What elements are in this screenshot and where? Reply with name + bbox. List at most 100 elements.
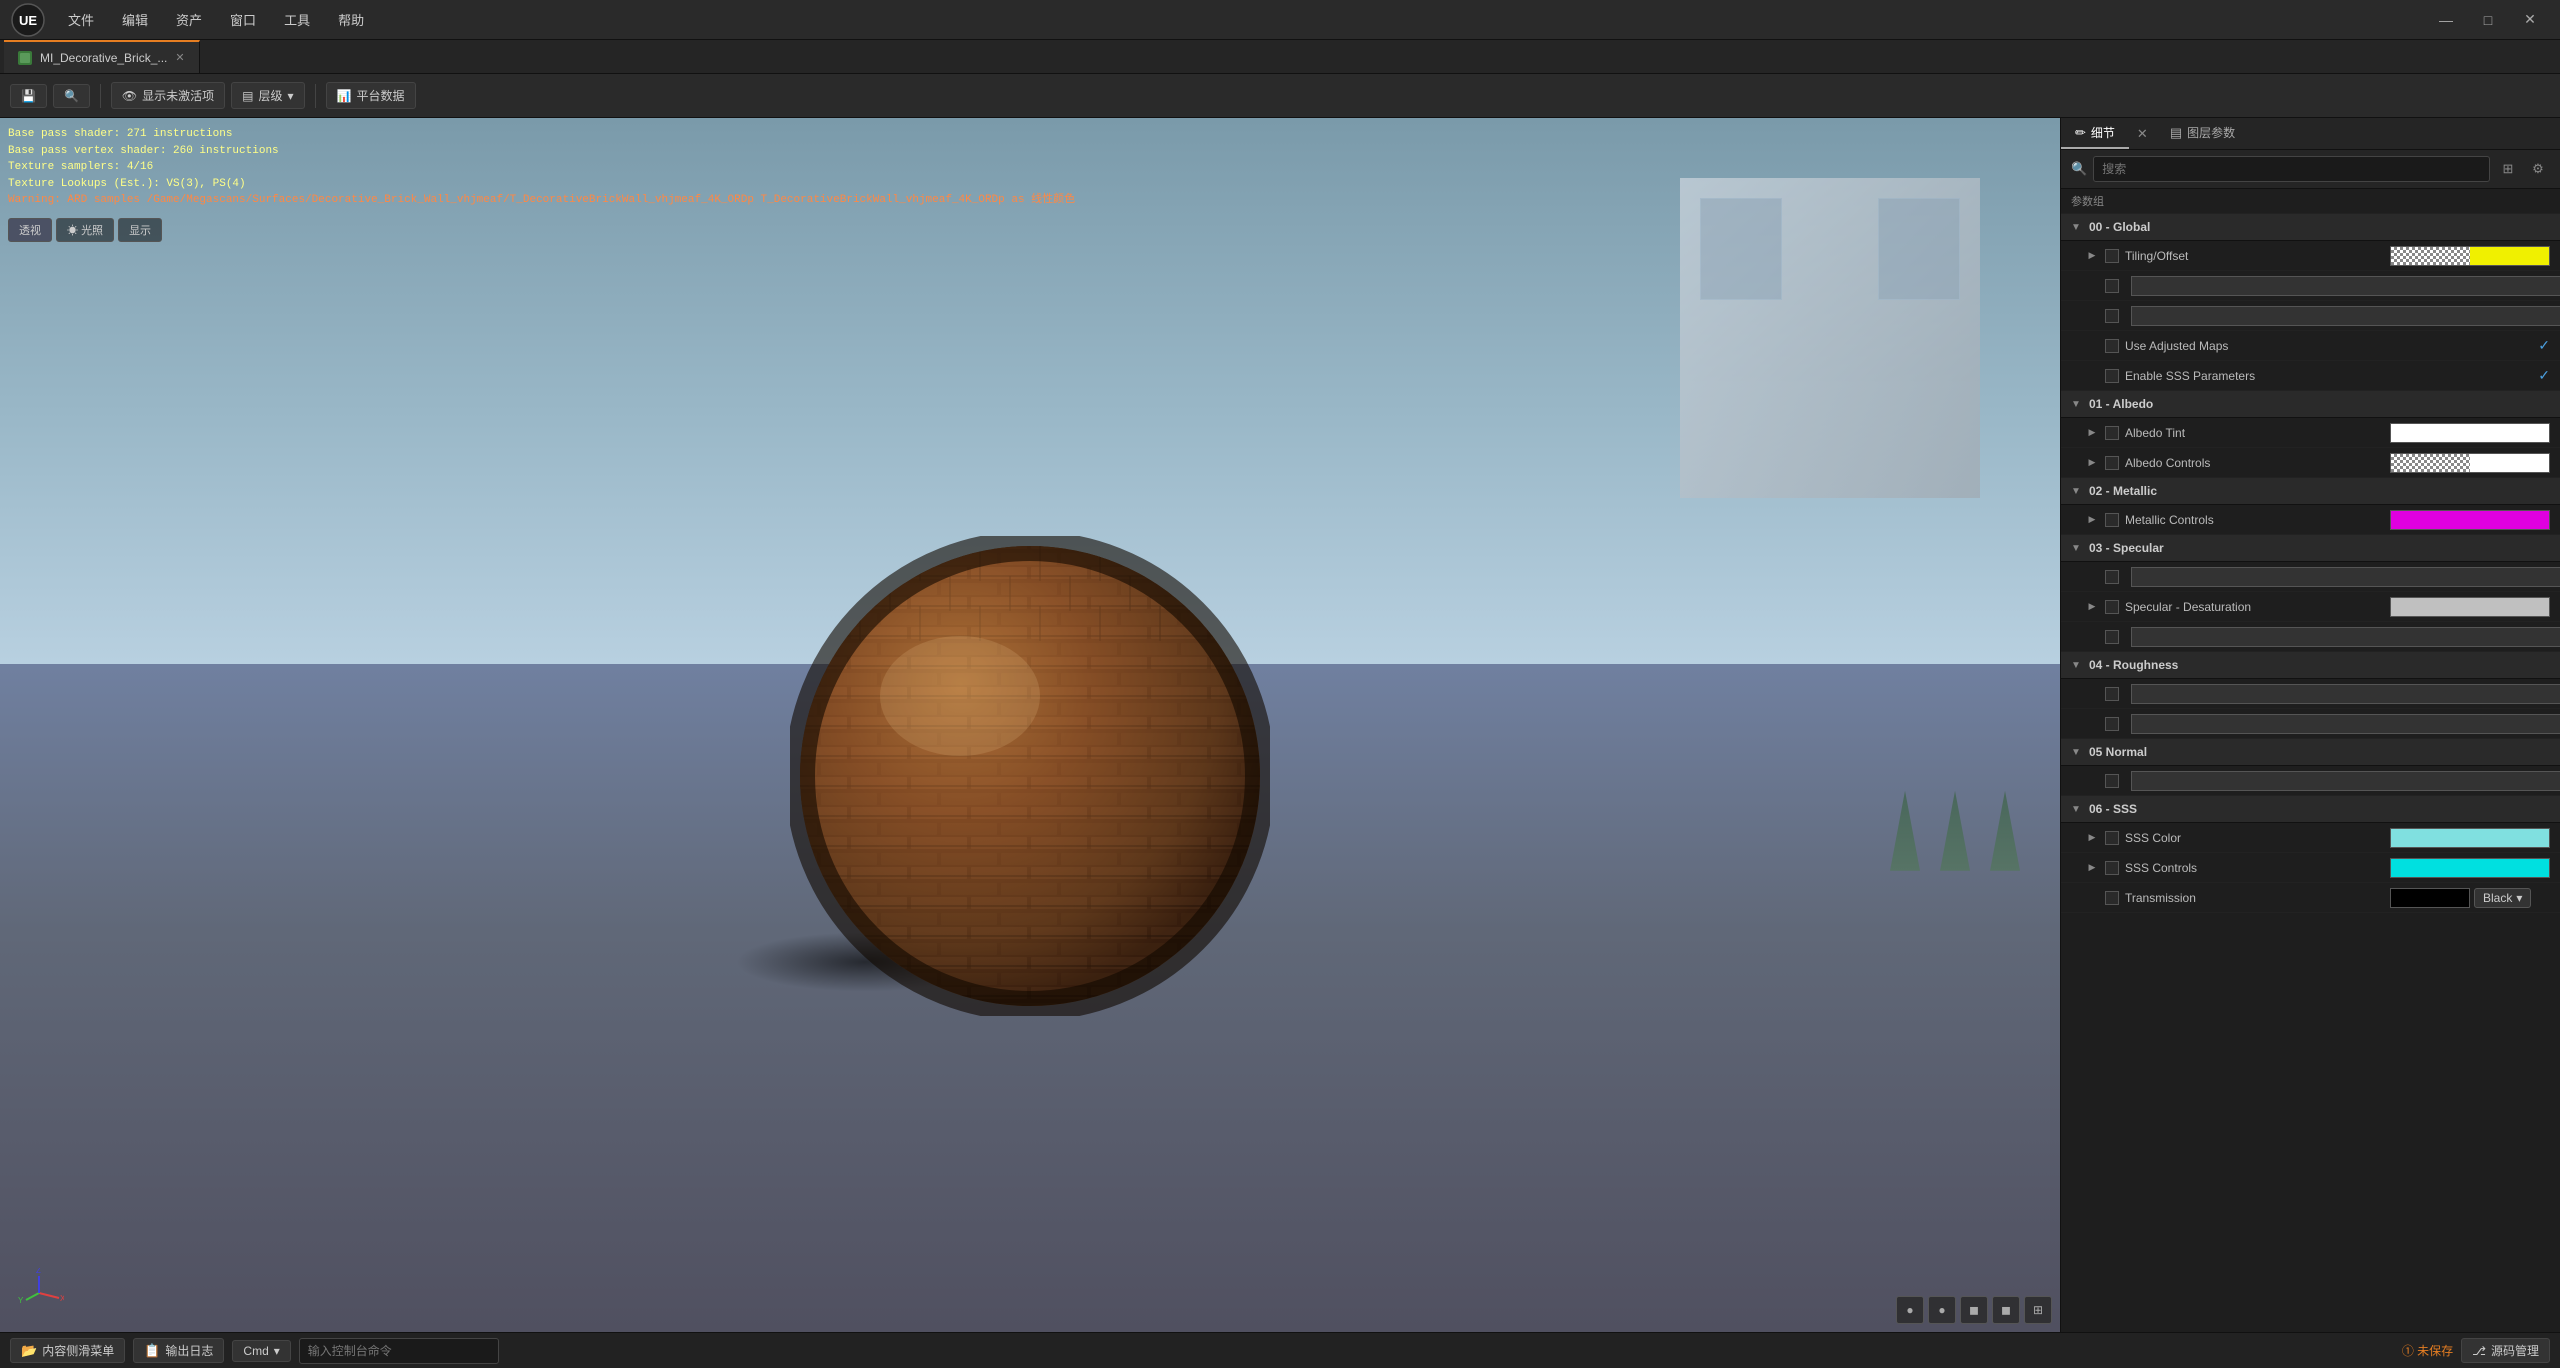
grid-button[interactable]: ◼	[1960, 1296, 1988, 1324]
group-roughness-header[interactable]: ▼ 04 - Roughness	[2061, 652, 2560, 679]
maximize-button[interactable]: □	[2468, 5, 2508, 35]
tiling-value[interactable]	[2390, 246, 2550, 266]
perspective-button[interactable]: 透视	[8, 218, 52, 242]
overlay-line-4: Texture Lookups (Est.): VS(3), PS(4)	[8, 176, 1075, 193]
tab-close-icon[interactable]: ✕	[175, 51, 184, 64]
tiling-checkbox[interactable]	[2105, 249, 2119, 263]
panel-tab-details[interactable]: ✏ 细节	[2061, 118, 2129, 149]
specular-desat-value[interactable]	[2390, 597, 2550, 617]
menu-asset[interactable]: 资产	[164, 6, 214, 33]
albedo-controls-checkbox[interactable]	[2105, 456, 2119, 470]
metallic-controls-value[interactable]	[2390, 510, 2550, 530]
fullscreen-button[interactable]: ⊞	[2024, 1296, 2052, 1324]
console-input[interactable]	[299, 1338, 499, 1364]
albedo-tint-label: Albedo Tint	[2125, 426, 2384, 440]
title-bar: UE 文件 编辑 资产 窗口 工具 帮助 — □ ✕	[0, 0, 2560, 40]
view-options-button[interactable]: ◼	[1992, 1296, 2020, 1324]
tiling-expand-icon[interactable]: ▶	[2085, 249, 2099, 263]
sss-color-expand-icon[interactable]: ▶	[2085, 831, 2099, 845]
lighting-button[interactable]: ☀ 光照	[56, 218, 114, 242]
content-browser-button[interactable]: 📂 内容侧滑菜单	[10, 1338, 125, 1363]
param-specular-desaturation: ▶ Specular - Desaturation	[2061, 592, 2560, 622]
material-tab[interactable]: MI_Decorative_Brick_... ✕	[4, 40, 200, 73]
rotation-value[interactable]: 0.0	[2131, 276, 2560, 296]
transmission-color-swatch[interactable]	[2390, 888, 2470, 908]
menu-help[interactable]: 帮助	[326, 6, 376, 33]
group-specular-header[interactable]: ▼ 03 - Specular	[2061, 535, 2560, 562]
search-input[interactable]	[2093, 156, 2490, 182]
albedo-controls-expand-icon[interactable]: ▶	[2085, 456, 2099, 470]
sss-color-value[interactable]	[2390, 828, 2550, 848]
base-specular-value[interactable]: 0.5	[2131, 567, 2560, 587]
min-roughness-checkbox[interactable]	[2105, 717, 2119, 731]
menu-window[interactable]: 窗口	[218, 6, 268, 33]
specular-desat-checkbox[interactable]	[2105, 600, 2119, 614]
menu-file[interactable]: 文件	[56, 6, 106, 33]
menu-tools[interactable]: 工具	[272, 6, 322, 33]
panel-tab-close[interactable]: ✕	[2129, 126, 2156, 142]
menu-edit[interactable]: 编辑	[110, 6, 160, 33]
group-metallic-header[interactable]: ▼ 02 - Metallic	[2061, 478, 2560, 505]
transmission-value[interactable]: Black ▾	[2390, 888, 2550, 908]
sphere-mode-button[interactable]: ●	[1896, 1296, 1924, 1324]
rotation-checkbox[interactable]	[2105, 279, 2119, 293]
sss-color-swatch[interactable]	[2390, 828, 2550, 848]
metallic-controls-checkbox[interactable]	[2105, 513, 2119, 527]
specular-desat-label: Specular - Desaturation	[2125, 600, 2384, 614]
group-albedo-header[interactable]: ▼ 01 - Albedo	[2061, 391, 2560, 418]
sss-color-checkbox[interactable]	[2105, 831, 2119, 845]
albedo-tint-swatch[interactable]	[2390, 423, 2550, 443]
find-button[interactable]: 🔍	[53, 84, 90, 108]
sss-controls-value[interactable]	[2390, 858, 2550, 878]
group-normal-header[interactable]: ▼ 05 Normal	[2061, 739, 2560, 766]
specular-albedo-checkbox[interactable]	[2105, 630, 2119, 644]
ao-value[interactable]: 1.0	[2131, 306, 2560, 326]
specular-desat-expand-icon[interactable]: ▶	[2085, 600, 2099, 614]
source-control-button[interactable]: ⎇ 源码管理	[2461, 1338, 2550, 1363]
platform-data-button[interactable]: 📊 平台数据	[326, 82, 416, 109]
panel-grid-icon-button[interactable]: ⊞	[2496, 157, 2520, 181]
albedo-tint-checkbox[interactable]	[2105, 426, 2119, 440]
show-inactive-button[interactable]: 👁 显示未激活项	[111, 82, 225, 109]
sss-controls-expand-icon[interactable]: ▶	[2085, 861, 2099, 875]
output-log-button[interactable]: 📋 输出日志	[133, 1338, 224, 1363]
menu-bar: 文件 编辑 资产 窗口 工具 帮助	[56, 6, 2426, 33]
albedo-tint-value[interactable]	[2390, 423, 2550, 443]
panel-tab-layers[interactable]: ▤ 图层参数	[2156, 118, 2249, 149]
max-roughness-value[interactable]: 1.0	[2131, 684, 2560, 704]
normal-strength-value[interactable]: 1.0	[2131, 771, 2560, 791]
adjusted-checkbox[interactable]	[2105, 339, 2119, 353]
base-specular-checkbox[interactable]	[2105, 570, 2119, 584]
group-global-header[interactable]: ▼ 00 - Global	[2061, 214, 2560, 241]
building	[1680, 178, 1980, 498]
layers-button[interactable]: ▤ 层级 ▾	[231, 82, 304, 109]
metallic-controls-swatch[interactable]	[2390, 510, 2550, 530]
trees	[1890, 791, 2020, 871]
max-roughness-checkbox[interactable]	[2105, 687, 2119, 701]
cmd-button[interactable]: Cmd ▾	[232, 1340, 290, 1362]
sss-controls-swatch[interactable]	[2390, 858, 2550, 878]
albedo-tint-expand-icon[interactable]: ▶	[2085, 426, 2099, 440]
minimize-button[interactable]: —	[2426, 5, 2466, 35]
sss-controls-checkbox[interactable]	[2105, 861, 2119, 875]
sss-enable-checkbox[interactable]	[2105, 369, 2119, 383]
albedo-controls-value[interactable]	[2390, 453, 2550, 473]
transmission-dropdown[interactable]: Black ▾	[2474, 888, 2531, 908]
ao-checkbox[interactable]	[2105, 309, 2119, 323]
show-button[interactable]: 显示	[118, 218, 162, 242]
panel-settings-icon-button[interactable]: ⚙	[2526, 157, 2550, 181]
param-tiling-offset: ▶ Tiling/Offset	[2061, 241, 2560, 271]
min-roughness-value[interactable]: 0.0	[2131, 714, 2560, 734]
plane-mode-button[interactable]: ●	[1928, 1296, 1956, 1324]
close-button[interactable]: ✕	[2510, 5, 2550, 35]
search-bar: 🔍 ⊞ ⚙	[2061, 150, 2560, 189]
transmission-checkbox[interactable]	[2105, 891, 2119, 905]
group-sss-header[interactable]: ▼ 06 - SSS	[2061, 796, 2560, 823]
save-all-button[interactable]: 💾	[10, 84, 47, 108]
specular-albedo-value[interactable]: 0.0	[2131, 627, 2560, 647]
metallic-controls-expand-icon[interactable]: ▶	[2085, 513, 2099, 527]
normal-strength-checkbox[interactable]	[2105, 774, 2119, 788]
viewport[interactable]: Base pass shader: 271 instructions Base …	[0, 118, 2060, 1332]
param-rotation-angle: Rotation Angle 0.0	[2061, 271, 2560, 301]
specular-desat-swatch[interactable]	[2390, 597, 2550, 617]
